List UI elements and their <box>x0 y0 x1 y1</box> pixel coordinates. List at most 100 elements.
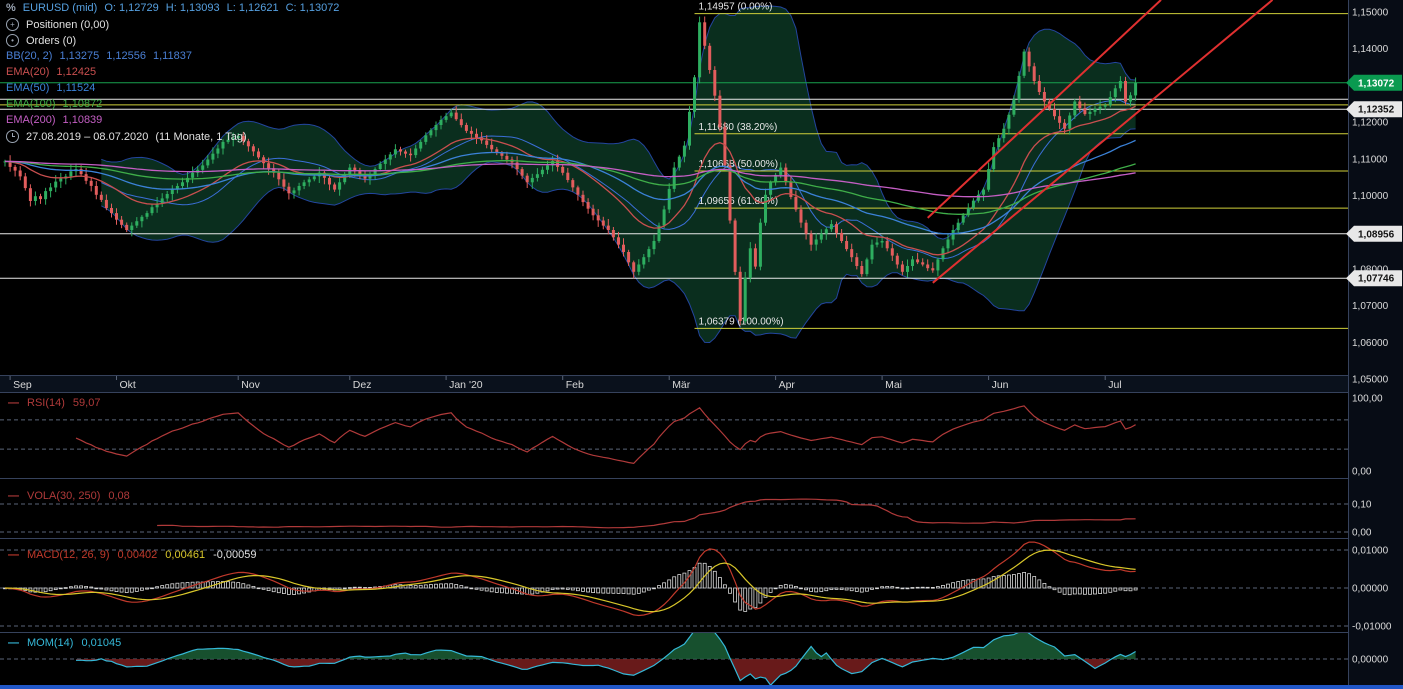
vola-line-icon: — <box>8 490 19 502</box>
orders-row[interactable]: • Orders (0) <box>6 34 76 47</box>
rsi-line-icon: — <box>8 397 19 409</box>
legend-ema100-row[interactable]: EMA(100) 1,10872 <box>6 98 102 110</box>
ohlc-close: C: 1,13072 <box>285 2 340 14</box>
fib-level-label: 1,10668 (50.00%) <box>699 159 779 170</box>
positions-label: Positionen (0,00) <box>26 18 110 31</box>
month-label: Jun <box>992 379 1009 391</box>
month-label: Sep <box>13 379 32 391</box>
price-tick-label: 1,07000 <box>1352 301 1389 312</box>
mom-title: MOM(14) <box>27 637 74 649</box>
chart-canvas[interactable]: 1,14957 (0.00%) 1,11680 (38.20%) 1,10668 (… <box>0 0 1403 689</box>
price-tick-label: 1,15000 <box>1352 8 1389 19</box>
macd-axis-label: 0,01000 <box>1352 546 1389 557</box>
vola-title: VOLA(30, 250) <box>27 490 101 502</box>
mom-negative-area <box>76 659 1136 686</box>
ohlc-high: H: 1,13093 <box>165 2 220 14</box>
price-tick-label: 1,12000 <box>1352 118 1389 129</box>
month-label: Jan '20 <box>449 379 483 391</box>
rsi-title: RSI(14) <box>27 397 65 409</box>
legend-ohlc-row[interactable]: % EURUSD (mid) O: 1,12729 H: 1,13093 L: … <box>6 2 339 14</box>
rsi-legend[interactable]: — RSI(14) 59,07 <box>8 397 100 409</box>
window-edge-bar <box>0 685 1403 689</box>
mom-panel[interactable] <box>0 620 1348 687</box>
bollinger-fill <box>101 6 1136 343</box>
month-label: Jul <box>1108 379 1121 391</box>
mom-legend[interactable]: — MOM(14) 0,01045 <box>8 637 121 649</box>
month-label: Okt <box>120 379 136 391</box>
ema200-label: EMA(200) <box>6 114 56 126</box>
month-label: Mär <box>672 379 691 391</box>
macd-title: MACD(12, 26, 9) <box>27 549 110 561</box>
legend-ema200-row[interactable]: EMA(200) 1,10839 <box>6 114 102 126</box>
month-label: Apr <box>779 379 796 391</box>
price-tick-label: 1,10000 <box>1352 191 1389 202</box>
macd-legend[interactable]: — MACD(12, 26, 9) 0,00402 0,00461 -0,000… <box>8 549 257 561</box>
fib-level-label: 1,14957 (0.00%) <box>699 2 773 13</box>
mom-line-icon: — <box>8 637 19 649</box>
app-root: 1,14957 (0.00%) 1,11680 (38.20%) 1,10668 (… <box>0 0 1403 689</box>
orders-label: Orders (0) <box>26 34 77 47</box>
vola-line <box>157 498 1136 529</box>
date-range-duration: (11 Monate, 1 Tag) <box>155 130 247 143</box>
month-label: Nov <box>241 379 260 391</box>
price-badge-label: 1,08956 <box>1358 229 1395 240</box>
main-chart-layer[interactable]: 1,14957 (0.00%) 1,11680 (38.20%) 1,10668 (… <box>0 0 1348 344</box>
instrument-icon: % <box>6 2 16 14</box>
price-badge-label: 1,07746 <box>1358 274 1395 285</box>
legend-ema50-row[interactable]: EMA(50) 1,11524 <box>6 82 95 94</box>
clock-icon <box>6 130 19 143</box>
ema20-value: 1,12425 <box>56 66 97 78</box>
vola-axis-label: 0,00 <box>1352 528 1372 539</box>
rsi-axis-label: 0,00 <box>1352 467 1372 478</box>
price-badge-label: 1,13072 <box>1358 78 1395 89</box>
bb-label: BB(20, 2) <box>6 50 53 62</box>
rsi-line <box>75 405 1136 465</box>
macd-axis-label: 0,00000 <box>1352 584 1389 595</box>
ema200-value: 1,10839 <box>62 114 103 126</box>
ema20-label: EMA(20) <box>6 66 50 78</box>
month-label: Mai <box>885 379 902 391</box>
vola-value: 0,08 <box>108 490 130 502</box>
price-tick-label: 1,11000 <box>1352 154 1388 165</box>
bb-upper-value: 1,13275 <box>59 50 100 62</box>
price-tick-label: 1,05000 <box>1352 375 1389 386</box>
time-axis[interactable]: Sep Okt Nov Dez Jan '20 Feb Mär Apr Mai Jun Jul <box>0 376 1348 392</box>
legend-ema20-row[interactable]: EMA(20) 1,12425 <box>6 66 96 78</box>
price-tick-label: 1,14000 <box>1352 44 1389 55</box>
price-tick-label: 1,06000 <box>1352 338 1389 349</box>
mom-value: 0,01045 <box>81 637 122 649</box>
ohlc-open: O: 1,12729 <box>104 2 159 14</box>
rsi-value: 59,07 <box>72 397 101 409</box>
rsi-panel[interactable] <box>0 405 1348 465</box>
month-label: Feb <box>566 379 584 391</box>
macd-axis-label: -0,01000 <box>1352 622 1392 633</box>
vola-axis-label: 0,10 <box>1352 500 1372 511</box>
macd-value: 0,00402 <box>117 549 158 561</box>
bb-lower-value: 1,11837 <box>153 50 192 62</box>
date-range-row[interactable]: 27.08.2019 – 08.07.2020 (11 Monate, 1 Ta… <box>6 130 247 143</box>
mom-axis-label: 0,00000 <box>1352 655 1389 666</box>
bb-mid-value: 1,12556 <box>106 50 146 62</box>
instrument-name: EURUSD (mid) <box>22 2 98 14</box>
orders-icon: • <box>6 34 19 47</box>
ema100-value: 1,10872 <box>62 98 103 110</box>
fib-level-label: 1,11680 (38.20%) <box>699 122 778 133</box>
month-label: Dez <box>353 379 372 391</box>
date-range: 27.08.2019 – 08.07.2020 <box>26 130 149 143</box>
macd-line-icon: — <box>8 549 19 561</box>
price-badge-label: 1,12352 <box>1358 105 1395 116</box>
rsi-axis-label: 100,00 <box>1352 394 1383 405</box>
positions-row[interactable]: + Positionen (0,00) <box>6 18 109 31</box>
trend-line <box>932 0 1274 284</box>
ema50-label: EMA(50) <box>6 82 50 94</box>
vola-panel[interactable] <box>0 498 1348 533</box>
positions-icon: + <box>6 18 19 31</box>
macd-hist-value: -0,00059 <box>213 549 257 561</box>
macd-signal-value: 0,00461 <box>165 549 206 561</box>
vola-legend[interactable]: — VOLA(30, 250) 0,08 <box>8 490 130 502</box>
price-axis[interactable]: 1,150001,140001,130001,120001,110001,100… <box>1346 0 1403 689</box>
ema100-label: EMA(100) <box>6 98 56 110</box>
ohlc-low: L: 1,12621 <box>226 2 279 14</box>
legend-bb-row[interactable]: BB(20, 2) 1,13275 1,12556 1,11837 <box>6 50 192 62</box>
ema50-value: 1,11524 <box>56 82 96 94</box>
